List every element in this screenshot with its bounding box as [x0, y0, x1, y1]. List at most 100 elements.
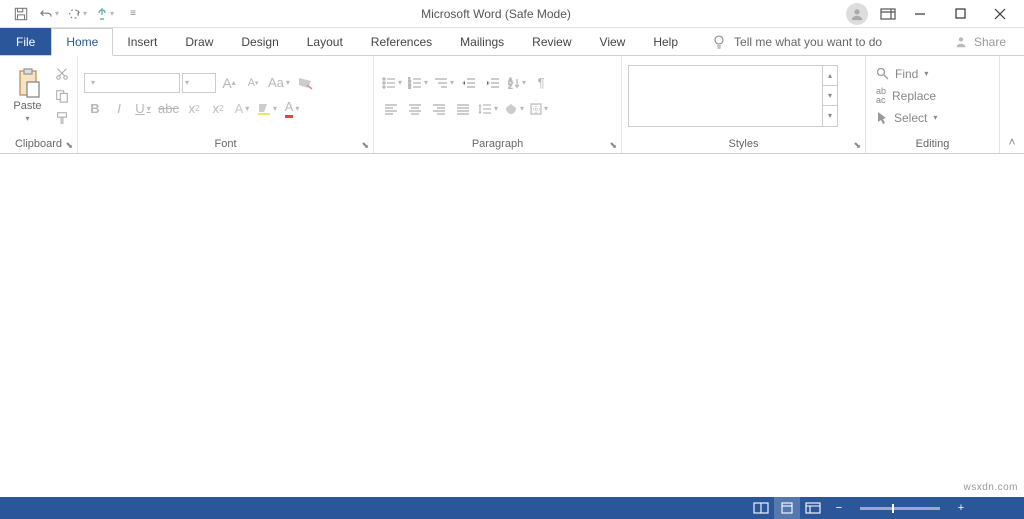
replace-button[interactable]: abacReplace — [872, 86, 941, 106]
web-layout-icon[interactable] — [800, 497, 826, 519]
zoom-slider[interactable] — [860, 507, 940, 510]
find-button[interactable]: Find▾ — [872, 64, 941, 84]
font-size-combo[interactable] — [182, 73, 216, 93]
clear-formatting-icon[interactable] — [294, 72, 316, 94]
strikethrough-icon[interactable]: abc — [156, 98, 181, 120]
ribbon: Paste ▾ Clipboard⬊ A▴ A▾ Aa B I — [0, 56, 1024, 154]
tab-view[interactable]: View — [586, 28, 640, 55]
superscript-icon[interactable]: x2 — [207, 98, 229, 120]
tab-design[interactable]: Design — [227, 28, 292, 55]
select-button[interactable]: Select▾ — [872, 108, 941, 128]
tab-layout[interactable]: Layout — [293, 28, 357, 55]
document-canvas[interactable] — [0, 154, 1024, 497]
group-paragraph: 123 AZ ¶ Paragraph ⬊ — [374, 56, 622, 153]
tab-home[interactable]: Home — [51, 28, 113, 56]
find-label: Find — [895, 67, 918, 81]
justify-icon[interactable] — [452, 98, 474, 120]
gallery-more-icon[interactable]: ▾ — [823, 106, 837, 125]
highlight-icon[interactable] — [255, 98, 279, 120]
group-label-editing: Editing — [916, 138, 950, 150]
status-bar: − + — [0, 497, 1024, 519]
dialog-launcher-icon[interactable]: ⬊ — [65, 140, 73, 151]
align-left-icon[interactable] — [380, 98, 402, 120]
tab-help[interactable]: Help — [639, 28, 692, 55]
sort-icon[interactable]: AZ — [506, 72, 528, 94]
group-label-styles: Styles — [729, 138, 759, 150]
change-case-icon[interactable]: Aa — [266, 72, 292, 94]
tab-file[interactable]: File — [0, 28, 51, 55]
maximize-button[interactable] — [940, 0, 980, 28]
dialog-launcher-icon[interactable]: ⬊ — [609, 140, 617, 151]
decrease-indent-icon[interactable] — [458, 72, 480, 94]
print-layout-icon[interactable] — [774, 497, 800, 519]
zoom-out-icon[interactable]: − — [826, 497, 852, 519]
watermark: wsxdn.com — [963, 482, 1018, 493]
find-icon — [876, 67, 889, 80]
undo-icon[interactable] — [36, 2, 62, 26]
select-label: Select — [894, 111, 927, 125]
close-button[interactable] — [980, 0, 1020, 28]
save-icon[interactable] — [8, 2, 34, 26]
underline-icon[interactable]: U — [132, 98, 154, 120]
dialog-launcher-icon[interactable]: ⬊ — [853, 140, 861, 151]
italic-icon[interactable]: I — [108, 98, 130, 120]
clipboard-icon — [16, 68, 40, 98]
tab-draw[interactable]: Draw — [171, 28, 227, 55]
touch-mode-icon[interactable] — [92, 2, 118, 26]
zoom-in-icon[interactable]: + — [948, 497, 974, 519]
paste-label: Paste — [13, 100, 41, 112]
ribbon-display-options-icon[interactable] — [880, 8, 896, 20]
bold-icon[interactable]: B — [84, 98, 106, 120]
bullets-icon[interactable] — [380, 72, 404, 94]
gallery-up-icon[interactable]: ▴ — [823, 66, 837, 86]
dialog-launcher-icon[interactable]: ⬊ — [361, 140, 369, 151]
grow-font-icon[interactable]: A▴ — [218, 72, 240, 94]
share-button[interactable]: Share — [936, 28, 1024, 55]
minimize-button[interactable] — [900, 0, 940, 28]
show-hide-icon[interactable]: ¶ — [530, 72, 552, 94]
borders-icon[interactable] — [528, 98, 550, 120]
tab-references[interactable]: References — [357, 28, 446, 55]
multilevel-list-icon[interactable] — [432, 72, 456, 94]
styles-gallery[interactable]: ▴ ▾ ▾ — [628, 65, 838, 127]
group-label-paragraph: Paragraph — [472, 138, 523, 150]
cut-icon[interactable] — [53, 64, 71, 84]
increase-indent-icon[interactable] — [482, 72, 504, 94]
align-center-icon[interactable] — [404, 98, 426, 120]
tab-insert[interactable]: Insert — [113, 28, 171, 55]
title-bar: ≡ Microsoft Word (Safe Mode) — [0, 0, 1024, 28]
group-font: A▴ A▾ Aa B I U abc x2 x2 A A Font⬊ — [78, 56, 374, 153]
shrink-font-icon[interactable]: A▾ — [242, 72, 264, 94]
share-label: Share — [974, 35, 1006, 49]
align-right-icon[interactable] — [428, 98, 450, 120]
text-effects-icon[interactable]: A — [231, 98, 253, 120]
read-mode-icon[interactable] — [748, 497, 774, 519]
ribbon-tabs: File Home Insert Draw Design Layout Refe… — [0, 28, 1024, 56]
collapse-ribbon-icon[interactable]: ˄ — [1000, 56, 1024, 153]
group-clipboard: Paste ▾ Clipboard⬊ — [0, 56, 78, 153]
gallery-down-icon[interactable]: ▾ — [823, 86, 837, 106]
tell-me-search[interactable]: Tell me what you want to do — [692, 28, 936, 55]
font-color-icon[interactable]: A — [281, 98, 303, 120]
window-title: Microsoft Word (Safe Mode) — [146, 7, 846, 21]
group-styles: ▴ ▾ ▾ Styles ⬊ — [622, 56, 866, 153]
cursor-icon — [876, 111, 888, 124]
line-spacing-icon[interactable] — [476, 98, 500, 120]
svg-text:Z: Z — [508, 84, 513, 89]
subscript-icon[interactable]: x2 — [183, 98, 205, 120]
paste-button[interactable]: Paste ▾ — [6, 64, 49, 127]
copy-icon[interactable] — [53, 86, 71, 106]
tab-review[interactable]: Review — [518, 28, 585, 55]
account-avatar-icon[interactable] — [846, 3, 868, 25]
numbering-icon[interactable]: 123 — [406, 72, 430, 94]
tab-mailings[interactable]: Mailings — [446, 28, 518, 55]
replace-label: Replace — [892, 89, 936, 103]
font-name-combo[interactable] — [84, 73, 180, 93]
qat-customize-icon[interactable]: ≡ — [120, 2, 146, 26]
tell-me-placeholder: Tell me what you want to do — [734, 35, 882, 49]
shading-icon[interactable] — [502, 98, 526, 120]
group-editing: Find▾ abacReplace Select▾ Editing — [866, 56, 1000, 153]
redo-icon[interactable] — [64, 2, 90, 26]
chevron-down-icon: ▾ — [25, 114, 29, 123]
format-painter-icon[interactable] — [53, 108, 71, 128]
